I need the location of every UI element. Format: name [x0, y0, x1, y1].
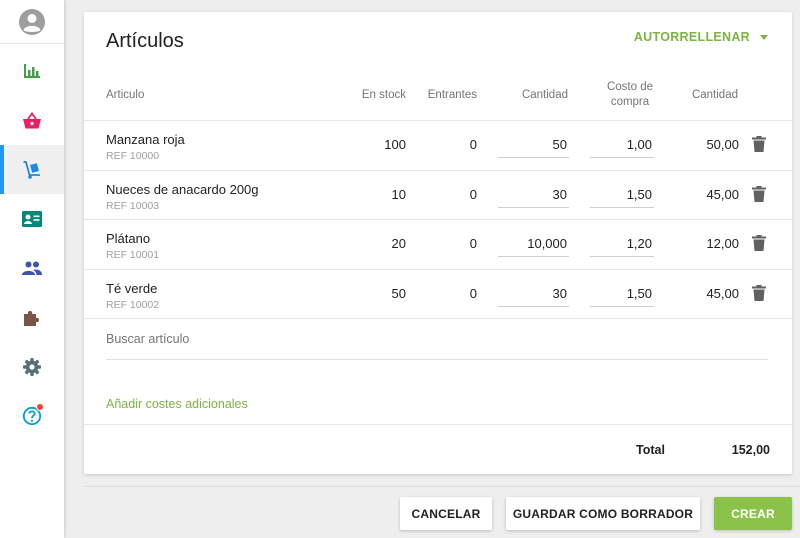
header-total-quantity: Cantidad	[691, 89, 738, 101]
article-ref: REF 10001	[106, 249, 160, 261]
hand-truck-icon	[23, 160, 40, 179]
trash-icon[interactable]	[752, 285, 766, 301]
table-row: Plátano REF 10001 20 0 10,000 1,20 12,00	[84, 219, 792, 269]
basket-icon	[23, 111, 41, 128]
sidebar-item-help[interactable]	[0, 391, 64, 440]
article-ref: REF 10003	[106, 200, 160, 212]
trash-icon[interactable]	[752, 136, 766, 152]
card-title: Artículos	[106, 30, 184, 52]
sidebar-item-customers[interactable]	[0, 243, 64, 292]
quantity-input[interactable]: 10,000	[498, 229, 569, 257]
header-purchase-cost-line1: Costo de	[606, 81, 654, 93]
total-value: 152,00	[731, 443, 770, 457]
article-name: Plátano	[106, 231, 151, 246]
quantity-input[interactable]: 50	[498, 130, 569, 158]
sidebar	[0, 0, 64, 538]
contact-card-icon	[22, 210, 42, 227]
article-name: Manzana roja	[106, 132, 185, 147]
amount-value: 45,00	[706, 286, 739, 301]
incoming-value: 0	[469, 187, 477, 202]
incoming-value: 0	[469, 286, 477, 301]
incoming-value: 0	[469, 137, 477, 152]
gear-icon	[23, 357, 41, 376]
user-avatar[interactable]	[0, 0, 64, 44]
people-icon	[22, 261, 42, 275]
sidebar-item-integrations[interactable]	[0, 293, 64, 342]
header-incoming: Entrantes	[427, 89, 477, 101]
add-costs-link[interactable]: Añadir costes adicionales	[106, 397, 248, 411]
article-name: Nueces de anacardo 200g	[106, 182, 259, 197]
create-button[interactable]: CREAR	[714, 497, 792, 530]
header-purchase-cost-line2: compra	[610, 96, 650, 108]
in-stock-value: 10	[391, 187, 406, 202]
sidebar-item-purchases[interactable]	[0, 145, 64, 194]
cancel-button[interactable]: CANCELAR	[400, 497, 492, 530]
sidebar-item-contacts[interactable]	[0, 194, 64, 243]
cost-input[interactable]: 1,00	[590, 130, 654, 158]
quantity-input[interactable]: 30	[498, 180, 569, 208]
notification-badge	[36, 403, 44, 411]
in-stock-value: 50	[391, 286, 406, 301]
table-row: Té verde REF 10002 50 0 30 1,50 45,00	[84, 269, 792, 319]
bar-chart-icon	[24, 63, 40, 78]
header-article: Articulo	[106, 89, 145, 101]
sidebar-item-analytics[interactable]	[0, 46, 64, 95]
amount-value: 45,00	[706, 187, 739, 202]
table-row: Nueces de anacardo 200g REF 10003 10 0 3…	[84, 170, 792, 220]
autofill-button[interactable]: AUTORRELLENAR	[634, 30, 768, 44]
header-quantity: Cantidad	[521, 89, 568, 101]
trash-icon[interactable]	[752, 186, 766, 202]
autofill-label: AUTORRELLENAR	[633, 30, 750, 44]
row-divider	[84, 318, 792, 319]
incoming-value: 0	[469, 236, 477, 251]
header-purchase-cost: Costo de compra	[590, 80, 670, 110]
puzzle-icon	[24, 310, 40, 326]
amount-value: 50,00	[706, 137, 739, 152]
save-draft-button[interactable]: GUARDAR COMO BORRADOR	[506, 497, 700, 530]
cost-input[interactable]: 1,50	[590, 180, 654, 208]
totals-divider	[84, 424, 792, 425]
search-article-input[interactable]: Buscar artículo	[106, 330, 768, 360]
sidebar-item-settings[interactable]	[0, 342, 64, 391]
cost-input[interactable]: 1,20	[590, 229, 654, 257]
article-name: Té verde	[106, 281, 158, 296]
quantity-input[interactable]: 30	[498, 279, 569, 307]
table-row: Manzana roja REF 10000 100 0 50 1,00 50,…	[84, 120, 792, 170]
caret-down-icon	[760, 34, 768, 40]
article-ref: REF 10002	[106, 299, 160, 311]
total-label: Total	[636, 443, 665, 457]
footer-divider	[84, 486, 800, 487]
trash-icon[interactable]	[752, 235, 766, 251]
article-ref: REF 10000	[106, 150, 160, 162]
articles-card: Artículos AUTORRELLENAR Articulo En stoc…	[84, 12, 792, 474]
header-in-stock: En stock	[361, 89, 406, 101]
cost-input[interactable]: 1,50	[590, 279, 654, 307]
in-stock-value: 100	[384, 137, 406, 152]
sidebar-item-sales[interactable]	[0, 96, 64, 145]
avatar-icon	[19, 8, 45, 35]
amount-value: 12,00	[706, 236, 739, 251]
in-stock-value: 20	[391, 236, 406, 251]
